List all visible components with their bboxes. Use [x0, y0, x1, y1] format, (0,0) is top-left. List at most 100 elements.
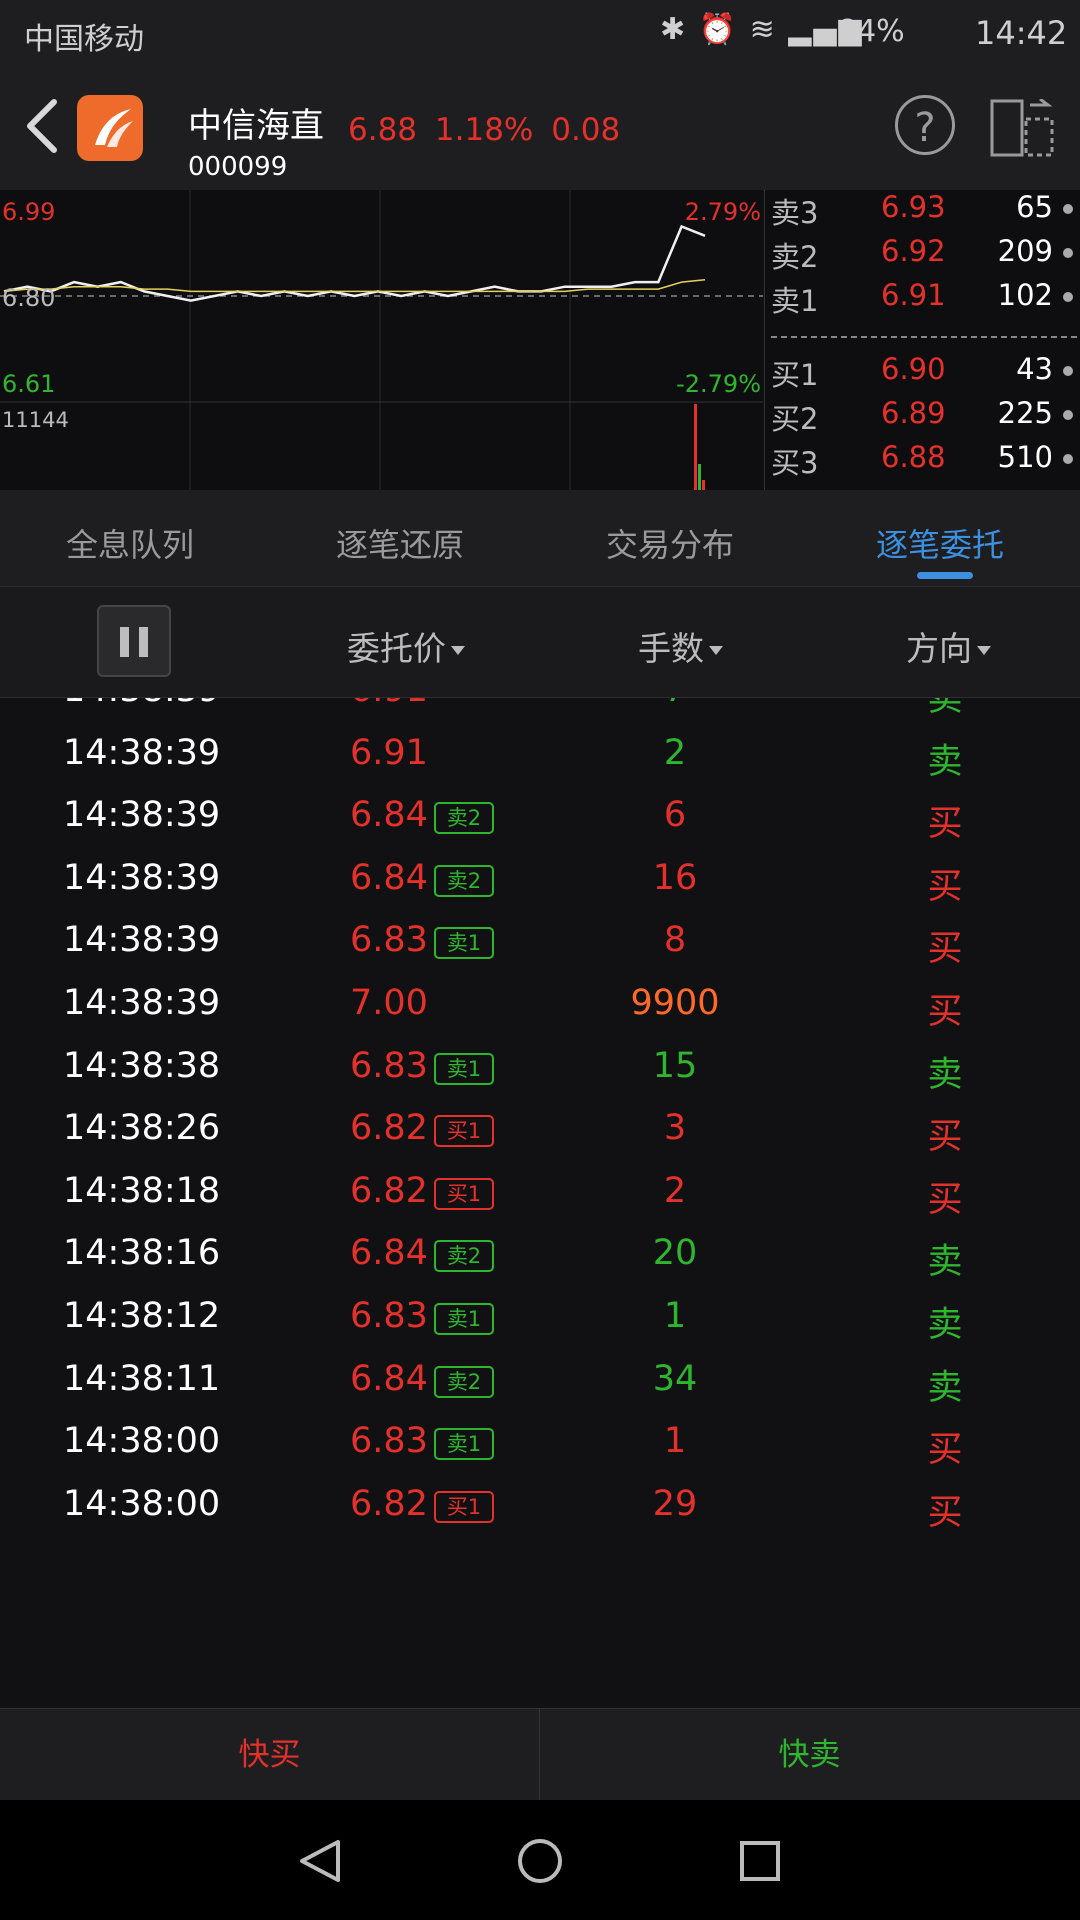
order-direction: 买: [927, 804, 963, 845]
order-book-row[interactable]: 卖3 6.93 65: [765, 190, 1080, 232]
order-direction: 卖: [927, 698, 963, 719]
order-book-price: 6.89: [881, 396, 946, 430]
sort-direction-header[interactable]: 方向: [906, 622, 991, 670]
order-time: 14:38:18: [63, 1170, 221, 1211]
stock-change-pct: 1.18%: [434, 112, 534, 148]
column-header: 委托价 手数 方向: [0, 587, 1080, 698]
order-qty: 2: [663, 732, 687, 773]
stock-header: 中信海直 000099 6.88 1.18% 0.08 ?: [0, 68, 1080, 191]
tab-order-by-order[interactable]: 逐笔委托: [876, 520, 1004, 566]
qty-header-label: 手数: [638, 629, 704, 668]
order-book-row[interactable]: 买2 6.89 225: [765, 396, 1080, 438]
pause-button[interactable]: [97, 605, 171, 677]
system-nav-bar: [0, 1800, 1080, 1920]
order-time: 14:38:39: [63, 732, 221, 773]
order-qty: 15: [652, 1045, 698, 1086]
pause-icon: [120, 627, 129, 657]
price-header-label: 委托价: [347, 629, 446, 668]
order-price: 6.84: [350, 795, 428, 836]
order-direction: 买: [927, 1492, 963, 1533]
order-book-volume: 209: [997, 234, 1053, 268]
order-level-badge: 卖1: [434, 927, 494, 960]
order-level-badge: 买1: [434, 1115, 494, 1148]
order-book-row[interactable]: 卖2 6.92 209: [765, 234, 1080, 276]
order-book-price: 6.93: [881, 190, 946, 224]
switch-stock-icon[interactable]: [990, 99, 1054, 157]
stock-code: 000099: [188, 152, 288, 182]
order-book-level: 买3: [771, 446, 819, 480]
pause-icon-bar: [139, 627, 148, 657]
order-book-price: 6.91: [881, 278, 946, 312]
nav-recents-icon[interactable]: [739, 1840, 781, 1882]
order-price: 6.84: [350, 857, 428, 898]
clock: 14:42: [975, 14, 1068, 52]
order-row[interactable]: 14:38:00 6.82 买1 29 买: [0, 1470, 1080, 1546]
chart-high-pct: 2.79%: [684, 198, 761, 226]
intraday-chart[interactable]: 6.99 2.79% 6.80 6.61 -2.79% 11144: [0, 190, 763, 490]
direction-header-label: 方向: [906, 629, 972, 668]
order-time: 14:38:16: [63, 1233, 221, 1274]
volume-bar: [694, 404, 697, 490]
order-book-level: 卖3: [771, 196, 819, 230]
order-book-dot-icon: [1063, 410, 1073, 420]
order-book-volume: 225: [997, 396, 1053, 430]
order-time: 14:38:39: [63, 698, 220, 710]
order-direction: 买: [927, 866, 963, 907]
order-level-badge: 卖2: [434, 864, 494, 897]
order-level-badge: 买1: [434, 1490, 494, 1523]
order-direction: 卖: [927, 741, 963, 782]
volume-bar: [698, 464, 701, 490]
alarm-icon: ⏰: [698, 12, 739, 47]
order-price: 7.00: [350, 983, 428, 1023]
order-book-volume: 102: [997, 278, 1053, 312]
quick-buy-button[interactable]: 快买: [0, 1709, 540, 1801]
status-bar: 中国移动 ✱ ⏰ ≋ ▂▄▆ 84% 14:42: [0, 0, 1080, 68]
order-list[interactable]: 14:38:39 6.91 7 卖 14:38:39 6.91 2 卖 14:38:39 6.84…: [0, 698, 1080, 1708]
order-qty: 29: [652, 1483, 698, 1524]
order-book-price: 6.90: [881, 352, 946, 386]
sort-qty-header[interactable]: 手数: [638, 622, 723, 670]
tab-trade-restore[interactable]: 逐笔还原: [336, 520, 464, 566]
bluetooth-icon: ✱: [660, 12, 688, 47]
back-arrow-icon[interactable]: [24, 98, 60, 154]
order-direction: 买: [927, 929, 963, 970]
order-level-badge: 买1: [434, 1177, 494, 1210]
nav-back-icon[interactable]: [298, 1838, 342, 1884]
order-direction: 卖: [927, 1054, 963, 1095]
tab-bar: 全息队列 逐笔还原 交易分布 逐笔委托: [0, 490, 1080, 587]
caret-down-icon: [977, 646, 991, 655]
order-time: 14:38:12: [63, 1296, 221, 1336]
order-time: 14:38:39: [63, 920, 221, 961]
order-level-badge: 卖2: [434, 802, 494, 835]
order-book-row[interactable]: 买3 6.88 510: [765, 440, 1080, 482]
battery-level: 84%: [838, 14, 905, 49]
order-qty: 1: [663, 1296, 687, 1336]
order-qty: 6: [663, 795, 687, 836]
carrier-label: 中国移动: [24, 22, 144, 57]
order-qty: 2: [663, 1170, 687, 1211]
order-qty: 3: [663, 1108, 687, 1149]
order-time: 14:38:39: [63, 983, 221, 1023]
tab-trade-distribution[interactable]: 交易分布: [606, 520, 734, 566]
tab-full-queue[interactable]: 全息队列: [66, 520, 194, 566]
stock-change: 0.08: [551, 112, 621, 148]
order-book[interactable]: 卖3 6.93 65 卖2 6.92 209 卖1 6.91 102 买1 6.90 43 买2 6.89…: [764, 190, 1080, 490]
order-book-row[interactable]: 卖1 6.91 102: [765, 278, 1080, 320]
nav-home-icon[interactable]: [517, 1838, 563, 1884]
order-book-row[interactable]: 买1 6.90 43: [765, 352, 1080, 394]
stock-price: 6.88: [348, 112, 418, 148]
order-book-price: 6.88: [881, 440, 946, 474]
order-direction: 卖: [927, 1367, 963, 1408]
order-book-level: 买1: [771, 358, 819, 392]
app-logo-icon: [77, 95, 143, 161]
help-icon[interactable]: ?: [895, 95, 955, 155]
order-direction: 买: [927, 1430, 963, 1471]
sort-price-header[interactable]: 委托价: [347, 622, 465, 670]
order-direction: 卖: [927, 1242, 963, 1283]
order-qty: 16: [652, 857, 698, 898]
order-book-volume: 510: [997, 440, 1053, 474]
order-book-volume: 43: [1016, 352, 1053, 386]
quick-sell-button[interactable]: 快卖: [540, 1709, 1079, 1801]
order-qty: 34: [652, 1358, 698, 1399]
volume-label: 11144: [2, 408, 69, 432]
